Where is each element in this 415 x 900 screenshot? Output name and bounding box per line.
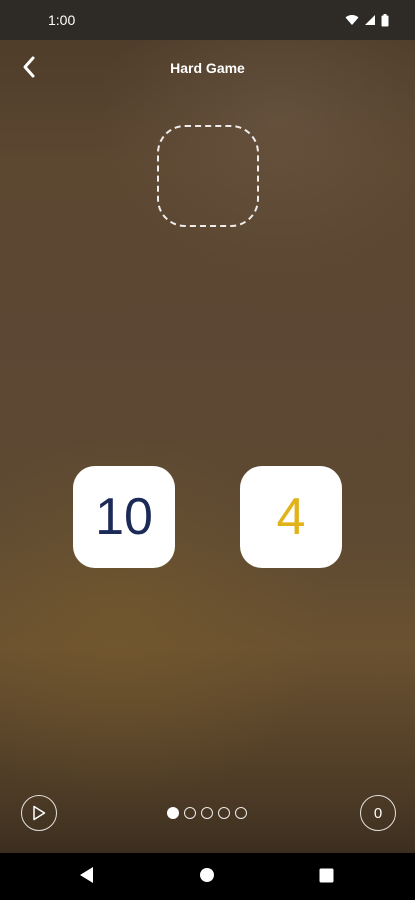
answer-drop-slot[interactable]	[157, 125, 259, 227]
nav-back-button[interactable]	[78, 865, 96, 890]
back-triangle-icon	[80, 867, 93, 883]
recents-square-icon	[319, 868, 334, 883]
page-dot-3	[201, 807, 213, 819]
battery-icon	[381, 13, 389, 26]
number-tile-4[interactable]: 4	[240, 466, 342, 568]
score-button[interactable]: 0	[360, 795, 396, 831]
home-circle-icon	[200, 868, 214, 882]
page-title: Hard Game	[170, 60, 245, 76]
system-nav-bar	[0, 853, 415, 900]
play-icon	[33, 805, 46, 821]
play-button[interactable]	[21, 795, 57, 831]
status-time: 1:00	[48, 12, 76, 28]
nav-recents-button[interactable]	[319, 868, 334, 888]
page-dot-4	[218, 807, 230, 819]
status-icons	[345, 13, 389, 27]
signal-icon	[365, 15, 375, 25]
wifi-icon	[345, 15, 359, 25]
page-dot-1	[167, 807, 179, 819]
score-value: 0	[373, 804, 383, 822]
game-screen: 1:00 Hard Game 10 4 0	[0, 0, 415, 900]
bottom-controls: 0	[0, 795, 415, 835]
app-header: Hard Game	[0, 40, 415, 96]
page-indicator	[167, 807, 247, 819]
nav-home-button[interactable]	[199, 867, 215, 888]
page-dot-2	[184, 807, 196, 819]
number-tile-10[interactable]: 10	[73, 466, 175, 568]
page-dot-5	[235, 807, 247, 819]
status-bar: 1:00	[0, 0, 415, 40]
